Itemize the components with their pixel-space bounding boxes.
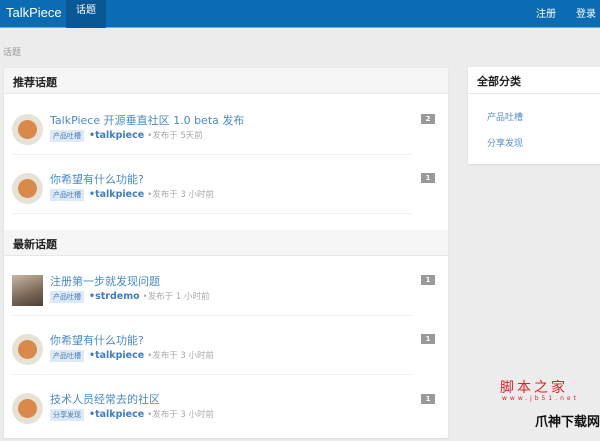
- category-tag[interactable]: 产品吐槽: [50, 130, 84, 142]
- avatar[interactable]: [12, 173, 43, 204]
- post-time: •发布于 3 小时前: [147, 190, 215, 200]
- brand-logo[interactable]: TalkPiece: [6, 5, 62, 20]
- divider: [12, 315, 412, 316]
- watermark: 脚本之家: [500, 380, 568, 396]
- avatar[interactable]: [12, 393, 43, 424]
- post-time: •发布于 1 小时前: [142, 292, 210, 302]
- category-tag[interactable]: 产品吐槽: [50, 189, 84, 201]
- breadcrumb[interactable]: 话题: [3, 45, 21, 58]
- category-link[interactable]: 分享发现: [487, 136, 523, 149]
- navbar: TalkPiece 话题 注册 登录: [0, 0, 600, 28]
- author-link[interactable]: •strdemo: [89, 291, 140, 302]
- topic-title[interactable]: TalkPiece 开源垂直社区 1.0 beta 发布: [50, 112, 244, 128]
- author-link[interactable]: •talkpiece: [89, 189, 144, 200]
- topic-title[interactable]: 注册第一步就发现问题: [50, 273, 160, 289]
- category-link[interactable]: 产品吐槽: [487, 110, 523, 123]
- reply-count-badge: 1: [421, 334, 435, 344]
- author-link[interactable]: •talkpiece: [89, 350, 144, 361]
- topics-panel: 推荐话题 TalkPiece 开源垂直社区 1.0 beta 发布 产品吐槽 •t…: [4, 68, 448, 438]
- topic-title[interactable]: 你希望有什么功能?: [50, 171, 144, 187]
- category-heading: 全部分类: [468, 67, 600, 94]
- topic-row: 技术人员经常去的社区 分享发现 •talkpiece •发布于 3 小时前: [12, 391, 412, 441]
- divider: [12, 374, 412, 375]
- watermark-logo: 爪神下载网: [535, 415, 600, 430]
- category-tag[interactable]: 产品吐槽: [50, 291, 84, 303]
- register-link[interactable]: 注册: [536, 5, 556, 20]
- reply-count-badge: 1: [421, 394, 435, 404]
- post-time: •发布于 5天前: [147, 131, 203, 141]
- latest-heading: 最新话题: [4, 230, 448, 256]
- login-link[interactable]: 登录: [576, 5, 596, 20]
- author-link[interactable]: •talkpiece: [89, 130, 144, 141]
- avatar[interactable]: [12, 114, 43, 145]
- category-tag[interactable]: 产品吐槽: [50, 350, 84, 362]
- divider: [12, 154, 412, 155]
- post-time: •发布于 3 小时前: [147, 351, 215, 361]
- reply-count-badge: 1: [421, 173, 435, 183]
- topic-title[interactable]: 你希望有什么功能?: [50, 332, 144, 348]
- watermark-url: www.jb51.net: [502, 395, 579, 402]
- category-panel: 全部分类 产品吐槽 分享发现: [468, 67, 600, 164]
- author-link[interactable]: •talkpiece: [89, 409, 144, 420]
- topic-title[interactable]: 技术人员经常去的社区: [50, 391, 160, 407]
- nav-topics[interactable]: 话题: [66, 0, 106, 28]
- reply-count-badge: 1: [421, 275, 435, 285]
- post-time: •发布于 3 小时前: [147, 410, 215, 420]
- divider: [12, 213, 412, 214]
- category-tag[interactable]: 分享发现: [50, 409, 84, 421]
- avatar-photo[interactable]: [12, 275, 43, 306]
- recommended-heading: 推荐话题: [4, 68, 448, 94]
- avatar[interactable]: [12, 334, 43, 365]
- reply-count-badge: 2: [421, 114, 435, 124]
